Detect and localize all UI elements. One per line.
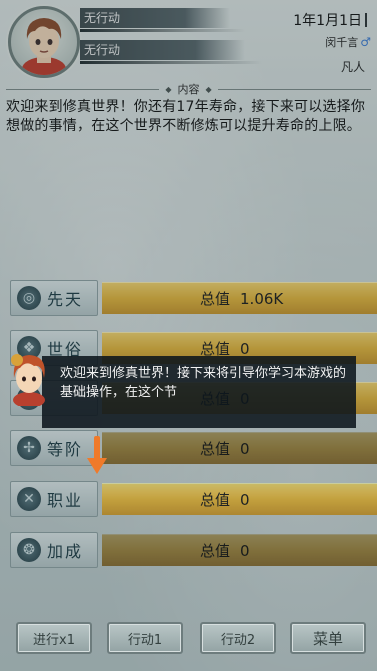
attr-bonus-tab[interactable]: ❂ 加成 xyxy=(10,532,98,568)
attr-innate-bar: 总值 1.06K xyxy=(102,282,377,314)
profession-icon: ✕ xyxy=(17,487,41,511)
attr-rank-bar: 总值 0 xyxy=(102,432,377,464)
attr-bonus-bar: 总值 0 xyxy=(102,534,377,566)
story-text: 欢迎来到修真世界！你还有17年寿命，接下来可以选择你想做的事情，在这个世界不断修… xyxy=(6,99,366,134)
attr-innate-label: 先天 xyxy=(47,290,84,309)
rank-icon: ✢ xyxy=(17,436,41,460)
run-x1-button[interactable]: 进行x1 xyxy=(16,622,92,654)
attr-rank-total-label: 总值 xyxy=(200,440,231,458)
date-divider xyxy=(365,13,367,27)
game-date-text: 1年1月1日 xyxy=(293,13,362,29)
attr-profession-value: 0 xyxy=(240,490,250,509)
attr-innate-total-label: 总值 xyxy=(200,290,231,308)
attr-profession-label: 职业 xyxy=(47,491,84,510)
menu-button[interactable]: 菜单 xyxy=(290,622,366,654)
action-status-top: 无行动 xyxy=(80,8,245,32)
action-status-bottom-underline xyxy=(80,61,262,64)
divider-right xyxy=(217,88,371,90)
attr-profession-bar: 总值 0 xyxy=(102,483,377,515)
avatar-portrait-icon xyxy=(22,18,66,75)
content-title: 内容 xyxy=(177,83,200,96)
action-status-top-text: 无行动 xyxy=(84,11,121,25)
guide-portrait xyxy=(4,350,54,408)
attr-innate-value: 1.06K xyxy=(240,289,284,308)
action-status-bottom-text: 无行动 xyxy=(84,43,121,57)
guide-portrait-icon xyxy=(11,354,45,408)
header: 无行动 无行动 1年1月1日 闵千言 ♂ 凡人 xyxy=(0,0,377,80)
attr-bonus-label: 加成 xyxy=(47,542,84,561)
attr-innate-tab[interactable]: ◎ 先天 xyxy=(10,280,98,316)
action2-button[interactable]: 行动2 xyxy=(200,622,276,654)
attr-row-bonus[interactable]: ❂ 加成 总值 0 xyxy=(10,532,377,568)
character-name: 闵千言 xyxy=(325,36,359,49)
attr-secular-value: 0 xyxy=(240,339,250,358)
action1-button[interactable]: 行动1 xyxy=(107,622,183,654)
attr-profession-total-label: 总值 xyxy=(200,491,231,509)
action-status-top-underline xyxy=(80,29,245,32)
attr-row-rank[interactable]: ✢ 等阶 总值 0 xyxy=(10,430,377,466)
character-name-row: 闵千言 ♂ xyxy=(325,34,371,50)
attr-bonus-total-label: 总值 xyxy=(200,542,231,560)
attr-rank-value: 0 xyxy=(240,439,250,458)
character-rank: 凡人 xyxy=(340,60,365,74)
tutorial-arrow-down-icon xyxy=(87,436,107,474)
tutorial-dialog[interactable]: 欢迎来到修真世界！接下来将引导你学习本游戏的基础操作，在这个节 xyxy=(42,356,356,428)
game-date: 1年1月1日 xyxy=(293,10,367,30)
attr-bonus-value: 0 xyxy=(240,541,250,560)
attr-row-profession[interactable]: ✕ 职业 总值 0 xyxy=(10,481,377,517)
attr-profession-tab[interactable]: ✕ 职业 xyxy=(10,481,98,517)
content-section-header: ◆ 内容 ◆ xyxy=(0,80,377,98)
attr-row-innate[interactable]: ◎ 先天 总值 1.06K xyxy=(10,280,377,316)
diamond-icon: ◆ xyxy=(205,84,212,94)
bonus-icon: ❂ xyxy=(17,538,41,562)
tutorial-text: 欢迎来到修真世界！接下来将引导你学习本游戏的基础操作，在这个节 xyxy=(60,366,347,400)
diamond-icon: ◆ xyxy=(165,84,172,94)
male-gender-icon: ♂ xyxy=(360,35,371,49)
divider-left xyxy=(6,88,160,90)
player-avatar[interactable] xyxy=(8,6,80,78)
innate-icon: ◎ xyxy=(17,286,41,310)
attr-rank-label: 等阶 xyxy=(47,440,84,459)
action-status-bottom: 无行动 xyxy=(80,40,262,64)
attr-rank-tab[interactable]: ✢ 等阶 xyxy=(10,430,98,466)
